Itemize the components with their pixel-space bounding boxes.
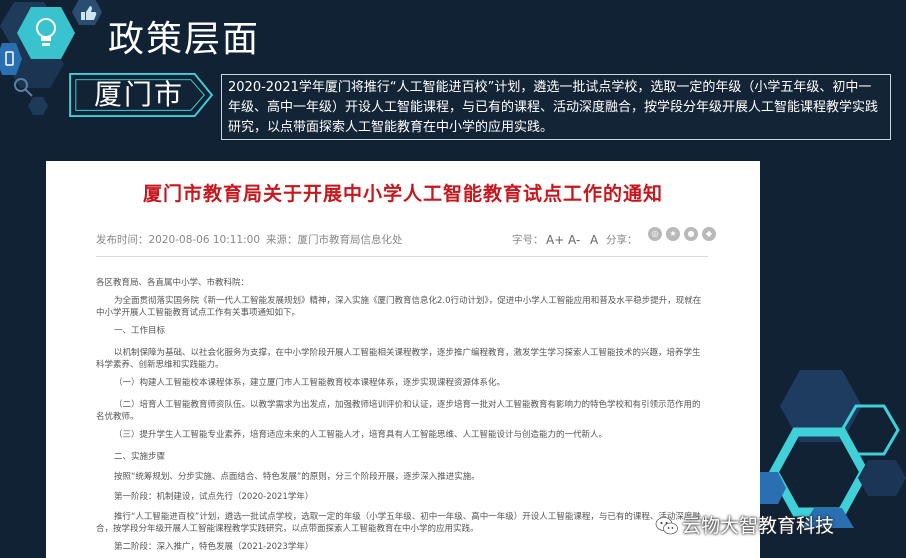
lightbulb-hex [17, 7, 75, 59]
paragraph-goal-3: （三）提升学生人工智能专业素养，培育适应未来的人工智能人才，培育具有人工智能思维… [114, 430, 608, 440]
meta-divider [96, 256, 708, 257]
publish-time: 发布时间：2020-08-06 10:11:00 [96, 234, 261, 246]
wechat-share-icon[interactable]: ◎ [648, 227, 662, 241]
qq-share-icon[interactable]: ● [684, 227, 698, 241]
paragraph-steps: 按照“统筹规划、分步实施、点面结合、特色发展”的原则，分三个阶段开展，逐步深入推… [114, 472, 480, 482]
paragraph-phase-1: 推行“人工智能进百校”计划，遴选一批试点学校，选取一定的年级（小学五年级、初中一… [96, 512, 701, 534]
font-increase-button[interactable]: A+ [546, 227, 564, 253]
paragraph-goal-2: （二）培育人工智能教育师资队伍。以教学需求为出发点，加强教师培训评价和认证，逐步… [96, 400, 701, 422]
article-title: 厦门市教育局关于开展中小学人工智能教育试点工作的通知 [142, 183, 663, 205]
paragraph-salutation: 各区教育局、各直属中小学、市教科院： [96, 278, 250, 288]
paragraph-goals: 以机制保障为基础、以社会化服务为支撑，在中小学阶段开展人工智能相关课程教学，逐步… [96, 348, 701, 370]
heading-goals: 一、工作目标 [114, 326, 166, 336]
phone-icon [0, 43, 22, 75]
qzone-share-icon[interactable]: ◆ [702, 227, 716, 241]
wechat-icon [655, 517, 678, 535]
font-size-label: 字号： [512, 234, 544, 246]
small-hex [28, 97, 48, 115]
paragraph-goal-1: （一）构建人工智能校本课程体系，建立厦门市人工智能教育校本课程体系，逐步实现课程… [114, 378, 506, 388]
weibo-share-icon[interactable]: ★ [666, 227, 680, 241]
font-decrease-button[interactable]: A- [568, 227, 580, 253]
article-meta: 发布时间：2020-08-06 10:11:00 来源：厦门市教育局信息化处 字… [96, 227, 716, 253]
intro-paragraph: 2020-2021学年厦门将推行“人工智能进百校”计划，遴选一批试点学校，选取一… [221, 74, 891, 140]
heading-steps: 二、实施步骤 [114, 452, 166, 462]
paragraph-intro: 为全面贯彻落实国务院《新一代人工智能发展规划》精神，深入实施《厦门教育信息化2.… [96, 296, 702, 318]
slide-title: 政策层面 [108, 19, 261, 60]
heading-phase-1: 第一阶段：机制建设，试点先行（2020-2021学年） [114, 492, 314, 502]
share-label: 分享： [606, 234, 638, 246]
thumbs-up-icon [72, 0, 102, 25]
right-hex-decoration [756, 370, 906, 528]
notice-document: 厦门市教育局关于开展中小学人工智能教育试点工作的通知 发布时间：2020-08-… [46, 161, 760, 558]
watermark-text: 云物大智教育科技 [682, 515, 835, 537]
article-source: 来源：厦门市教育局信息化处 [266, 234, 403, 246]
heading-phase-2: 第二阶段：深入推广，特色发展（2021-2023学年） [114, 542, 314, 552]
font-reset-button[interactable]: A [590, 227, 598, 253]
city-label: 厦门市 [93, 78, 184, 111]
